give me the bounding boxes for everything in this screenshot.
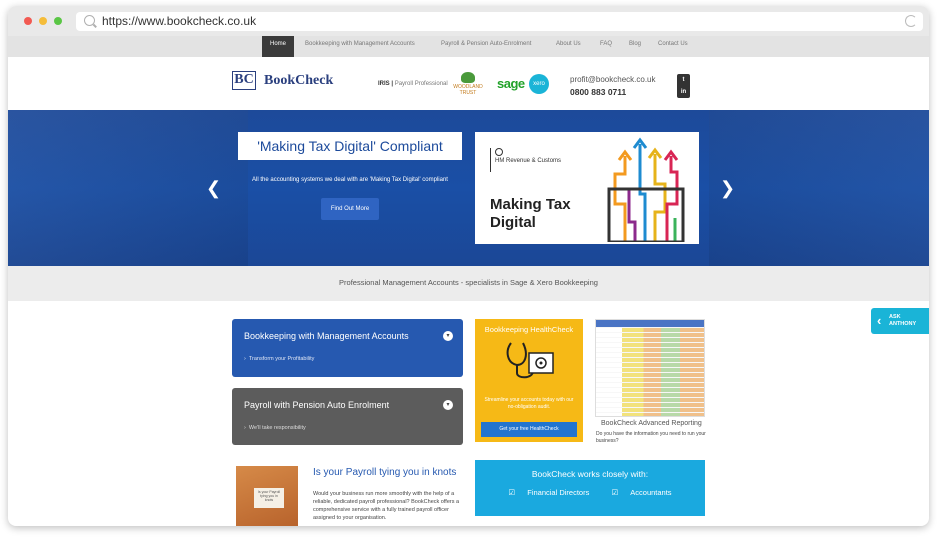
service-item[interactable]: › We'll take responsibility xyxy=(244,425,306,431)
payroll-article-body: Would your business run more smoothly wi… xyxy=(313,491,460,521)
advanced-reporting-title[interactable]: BookCheck Advanced Reporting xyxy=(601,420,702,427)
iris-logo: IRIS | Payroll Professional xyxy=(378,81,448,87)
service-payroll[interactable]: Payroll with Pension Auto Enrolment ▾ › … xyxy=(232,388,463,445)
browser-window: https://www.bookcheck.co.uk Home Bookkee… xyxy=(8,6,929,526)
nav-blog[interactable]: Blog xyxy=(629,36,641,57)
service-item[interactable]: › Transform your Profitability xyxy=(244,356,314,362)
hmrc-logo: HM Revenue & Customs xyxy=(495,148,561,165)
contact-email[interactable]: profit@bookcheck.co.uk xyxy=(570,75,656,84)
chevron-down-icon[interactable]: ▾ xyxy=(443,400,453,410)
minimize-window-button[interactable] xyxy=(39,17,47,25)
xero-logo: xero xyxy=(529,74,549,94)
twitter-icon[interactable]: t xyxy=(677,74,690,86)
nav-contact[interactable]: Contact Us xyxy=(658,36,688,57)
linkedin-icon[interactable]: in xyxy=(677,86,690,98)
search-icon xyxy=(84,15,95,26)
contact-phone[interactable]: 0800 883 0711 xyxy=(570,87,626,97)
tagline-strip: Professional Management Accounts - speci… xyxy=(8,266,929,301)
service-title: Payroll with Pension Auto Enrolment xyxy=(244,400,390,410)
works-with-item: ☑ Financial Directors xyxy=(508,488,590,497)
url-text: https://www.bookcheck.co.uk xyxy=(102,14,257,28)
reload-icon[interactable] xyxy=(905,15,917,27)
slider-next-arrow-icon[interactable]: ❯ xyxy=(720,178,735,199)
slider-prev-arrow-icon[interactable]: ❮ xyxy=(206,178,221,199)
browser-chrome: https://www.bookcheck.co.uk xyxy=(8,6,929,36)
works-with-list: ☑ Financial Directors ☑ Accountants xyxy=(475,488,705,497)
site-header: BC BookCheck IRIS | Payroll Professional… xyxy=(8,57,929,110)
nav-about[interactable]: About Us xyxy=(556,36,581,57)
healthcheck-title: Bookkeeping HealthCheck xyxy=(484,325,574,334)
nav-payroll[interactable]: Payroll & Pension Auto-Enrolment xyxy=(441,36,531,57)
healthcheck-body: Streamline your accounts today with our … xyxy=(484,397,574,410)
address-bar[interactable]: https://www.bookcheck.co.uk xyxy=(76,12,923,31)
checkbox-icon: ☑ xyxy=(611,488,619,497)
healthcheck-button[interactable]: Get your free HealthCheck xyxy=(481,422,577,437)
nav-faq[interactable]: FAQ xyxy=(600,36,612,57)
hero-slider: ❮ ❯ 'Making Tax Digital' Compliant All t… xyxy=(8,110,929,266)
main-nav: Home Bookkeeping with Management Account… xyxy=(8,36,929,57)
payroll-thumbnail[interactable]: Is your Payroll tying you in knots xyxy=(236,466,298,526)
works-with-title: BookCheck works closely with: xyxy=(531,469,649,479)
payroll-article-title[interactable]: Is your Payroll tying you in knots xyxy=(313,467,456,478)
logo-text[interactable]: BookCheck xyxy=(264,73,333,89)
works-with-panel: BookCheck works closely with: ☑ Financia… xyxy=(475,460,705,516)
works-with-item: ☑ Accountants xyxy=(611,488,672,497)
advanced-reporting-image[interactable] xyxy=(595,319,705,417)
mtd-headline: Making Tax Digital xyxy=(490,196,571,231)
logo-mark[interactable]: BC xyxy=(232,71,256,90)
crest-icon xyxy=(495,148,503,156)
healthcheck-panel: Bookkeeping HealthCheck Streamline your … xyxy=(475,319,583,442)
tree-icon xyxy=(461,72,475,83)
tagline: Professional Management Accounts - speci… xyxy=(339,278,598,287)
hero-title: 'Making Tax Digital' Compliant xyxy=(238,132,462,160)
nav-bookkeeping[interactable]: Bookkeeping with Management Accounts xyxy=(305,36,415,57)
close-window-button[interactable] xyxy=(24,17,32,25)
maximize-window-button[interactable] xyxy=(54,17,62,25)
arrows-graphic-icon xyxy=(607,137,685,242)
nav-home[interactable]: Home xyxy=(262,36,295,57)
chevron-left-icon: ‹ xyxy=(877,313,882,328)
mtd-image: HM Revenue & Customs Making Tax Digital xyxy=(475,132,699,244)
social-links: t in xyxy=(677,74,690,98)
find-out-more-button[interactable]: Find Out More xyxy=(321,198,379,220)
hero-subtitle: All the accounting systems we deal with … xyxy=(252,177,448,183)
sage-logo: sage xyxy=(497,76,525,91)
woodland-trust-logo: WOODLAND TRUST xyxy=(452,72,484,96)
checkbox-icon: ☑ xyxy=(508,488,516,497)
advanced-reporting-body: Do you have the information you need to … xyxy=(596,431,706,444)
stethoscope-folder-icon xyxy=(506,342,554,379)
ask-anthony-tab[interactable]: ‹ ASK ANTHONY xyxy=(871,308,929,334)
chevron-down-icon[interactable]: ▾ xyxy=(443,331,453,341)
service-title: Bookkeeping with Management Accounts xyxy=(244,331,409,341)
thumbnail-note: Is your Payroll tying you in knots xyxy=(254,488,284,508)
service-bookkeeping[interactable]: Bookkeeping with Management Accounts ▾ ›… xyxy=(232,319,463,377)
